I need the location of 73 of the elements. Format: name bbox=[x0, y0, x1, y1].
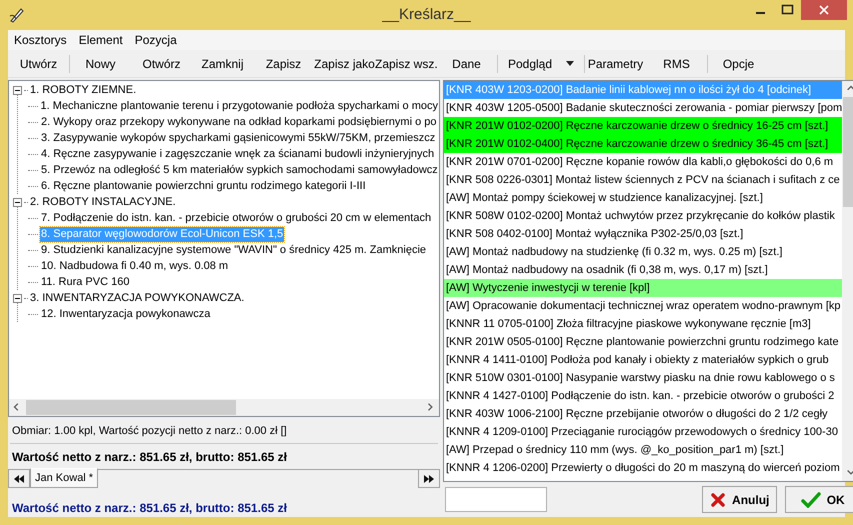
toolbar-dropdown[interactable]: Podgląd bbox=[498, 52, 584, 76]
catalog-row[interactable]: [KNR 201W 0505-0100] Ręczne plantowanie powierzchni gruntu rodzimego kate bbox=[444, 333, 842, 351]
toolbar-button[interactable]: Zapisz jako bbox=[314, 52, 375, 76]
menu-item[interactable]: Pozycja bbox=[134, 31, 177, 49]
collapse-toggle-icon[interactable] bbox=[13, 86, 22, 94]
tree-group[interactable]: 1. ROBOTY ZIEMNE. bbox=[30, 82, 136, 98]
cancel-button[interactable]: Anuluj bbox=[702, 486, 778, 513]
toolbar-button[interactable]: Nowy bbox=[70, 52, 131, 76]
tree-item[interactable]: 7. Podłączenie do istn. kan. - przebicie otworów o grubości 20 cm w elementach bbox=[40, 210, 432, 226]
tree-item[interactable]: 9. Studzienki kanalizacyjne systemowe "WAVIN" o średnicy 425 m. Zamknięcie bbox=[40, 242, 428, 258]
toolbar-button[interactable]: Opcje bbox=[708, 52, 769, 76]
toolbar-button[interactable]: Dane bbox=[436, 52, 497, 76]
catalog-row[interactable]: [KNR 508 0226-0301] Montaż listew ściennych z PCV na ścianach i sufitach z ce bbox=[444, 171, 842, 189]
catalog-row[interactable]: [KNR 201W 0102-0400] Ręczne karczowanie drzew o średnicy 36-45 cm [szt.] bbox=[444, 135, 842, 153]
catalog-row[interactable]: [KNNR 11 0705-0100] Złoża filtracyjne piaskowe wykonywane ręcznie [m3] bbox=[444, 315, 842, 333]
close-icon bbox=[819, 5, 829, 15]
pen-hand-icon bbox=[8, 6, 26, 24]
tree-group[interactable]: 2. ROBOTY INSTALACYJNE. bbox=[30, 194, 176, 210]
close-icon bbox=[710, 492, 726, 508]
catalog-row[interactable]: [AW] Montaż pompy ściekowej w studzience kanalizacyjnej. [szt.] bbox=[444, 189, 842, 207]
catalog-row[interactable]: [AW] Montaż nadbudowy na osadnik (fi 0,38 m, wys. 0,17 m) [szt.] bbox=[444, 261, 842, 279]
caret-down-icon bbox=[566, 61, 574, 66]
toolbar-button[interactable]: Zamknij bbox=[192, 52, 253, 76]
total-text: Wartość netto z narz.: 851.65 zł, brutto: 851.65 zł bbox=[12, 449, 288, 466]
tree-item[interactable]: 10. Nadbudowa fi 0.40 m, wys. 0.08 m bbox=[40, 258, 230, 274]
catalog-row[interactable]: [KNNR 4 1209-0100] Przeciąganie rurociągów przewodowych o średnicy 100-30 bbox=[444, 423, 842, 441]
catalog-row[interactable]: [KNR 201W 0102-0200] Ręczne karczowanie drzew o średnicy 16-25 cm [szt.] bbox=[444, 117, 842, 135]
tree-item[interactable]: 11. Rura PVC 160 bbox=[40, 274, 130, 290]
window-title: __Kreślarz__ bbox=[382, 4, 471, 25]
catalog-row[interactable]: [KNR 201W 0701-0200] Ręczne kopanie rowów dla kabli,o głębokości do 0,6 m bbox=[444, 153, 842, 171]
catalog-row[interactable]: [AW] Wytyczenie inwestycji w terenie [kpl] bbox=[444, 279, 842, 297]
toolbar-button[interactable]: Zapisz wsz. bbox=[375, 52, 436, 76]
summary-text: Wartość netto z narz.: 851.65 zł, brutto: 851.65 zł bbox=[12, 500, 288, 517]
search-field[interactable] bbox=[445, 487, 547, 512]
toolbar-button[interactable]: Zapisz bbox=[253, 52, 314, 76]
last-tab-button[interactable] bbox=[418, 469, 440, 488]
horizontal-scrollbar[interactable] bbox=[9, 398, 439, 416]
collapse-toggle-icon[interactable] bbox=[13, 294, 22, 302]
double-right-icon bbox=[424, 474, 434, 482]
catalog-row[interactable]: [KNNR 4 1411-0100] Podłoża pod kanały i obiekty z materiałów sypkich o grub bbox=[444, 351, 842, 369]
catalog-row[interactable]: [KNR 403W 1006-2100] Ręczne przebijanie otworów o długości do 2 1/2 cegły bbox=[444, 405, 842, 423]
tree-group[interactable]: 3. INWENTARYZACJA POWYKONAWCZA. bbox=[30, 290, 244, 306]
tree-item[interactable]: 6. Ręczne plantowanie powierzchni gruntu rodzimego kategorii I-III bbox=[40, 178, 367, 194]
document-tab[interactable]: Jan Kowal * bbox=[30, 468, 98, 488]
tree-item[interactable]: 1. Mechaniczne plantowanie terenu i przygotowanie podłoża spycharkami o mocy bbox=[40, 98, 439, 114]
catalog-row[interactable]: [KNR 403W 1205-0500] Badanie skuteczności zerowania - pomiar pierwszy [pom bbox=[444, 99, 842, 117]
catalog-row[interactable]: [KNR 508W 0102-0200] Montaż uchwytów przez przykręcanie do kołków plastik bbox=[444, 207, 842, 225]
toolbar-button[interactable]: Parametry bbox=[585, 52, 646, 76]
toolbar-button[interactable]: Otwórz bbox=[131, 52, 192, 76]
catalog-row[interactable]: [KNR 508 0402-0100] Montaż wyłącznika P302-25/0,03 [szt.] bbox=[444, 225, 842, 243]
tree-item[interactable]: 5. Przewóz na odległość 5 km materiałów sypkich samochodami samowyładowcz bbox=[40, 162, 439, 178]
catalog-row[interactable]: [AW] Montaż nadbudowy na studzienkę (fi 0.32 m, wys. 0.25 m) [szt.] bbox=[444, 243, 842, 261]
ok-button[interactable]: OK bbox=[785, 486, 853, 513]
catalog-row[interactable]: [AW] Przepad o średnicy 110 mm (wys. @_ko_position_par1 m) [szt.] bbox=[444, 441, 842, 459]
tree-item[interactable]: 2. Wykopy oraz przekopy wykonywane na odkład koparkami podsiębiernymi o po bbox=[40, 114, 438, 130]
collapse-toggle-icon[interactable] bbox=[13, 198, 22, 206]
tree-item[interactable]: 4. Ręczne zasypywanie i zagęszczanie wnęk za ścianami budowli inżynieryjnych bbox=[40, 146, 436, 162]
catalog-row[interactable]: [AW] Opracowanie dokumentacji technicznej wraz operatem wodno-prawnym [kp bbox=[444, 297, 842, 315]
menu-item[interactable]: Element bbox=[78, 31, 123, 49]
menu-item[interactable]: Kosztorys bbox=[14, 31, 67, 49]
close-button[interactable] bbox=[801, 0, 847, 20]
tree-item[interactable]: 12. Inwentaryzacja powykonawcza bbox=[40, 306, 212, 322]
checkmark-icon bbox=[800, 492, 821, 508]
catalog-row[interactable]: [KNNR 4 1206-0200] Przewierty o długości do 20 m maszyną do wierceń poziom bbox=[444, 459, 842, 477]
double-left-icon bbox=[14, 474, 24, 482]
catalog-row[interactable]: [KNR 510W 0301-0100] Nasypanie warstwy piasku na dnie rowu kablowego o s bbox=[444, 369, 842, 387]
catalog-row[interactable]: [KNNR 4 1427-0100] Podłączenie do istn. kan. - przebicie otworów o grubości 2 bbox=[444, 387, 842, 405]
status-text: Obmiar: 1.00 kpl, Wartość pozycji netto z narz.: 0.00 zł [] bbox=[12, 424, 288, 438]
tree-item[interactable]: 3. Zasypywanie wykopów spycharkami gąsienicowymi 55kW/75KM, przemieszcz bbox=[40, 130, 436, 146]
first-tab-button[interactable] bbox=[8, 469, 30, 488]
toolbar-button[interactable]: Utwórz bbox=[8, 52, 69, 76]
toolbar-button[interactable]: RMS bbox=[646, 52, 707, 76]
scrollbar-thumb[interactable] bbox=[26, 400, 236, 414]
